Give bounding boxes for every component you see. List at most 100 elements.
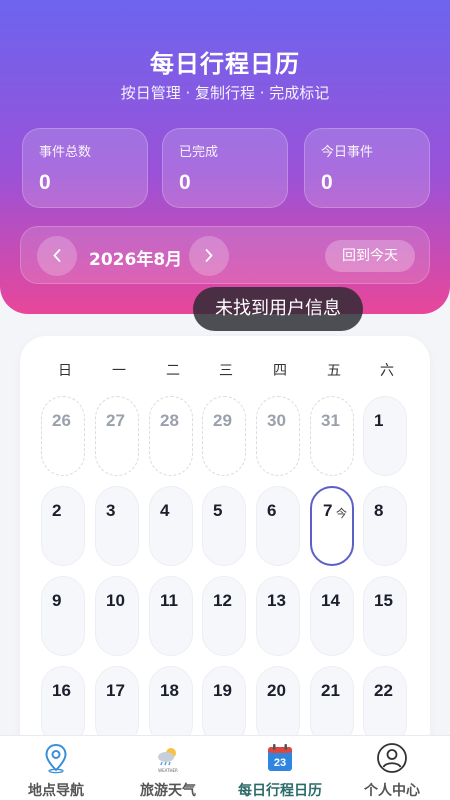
weekday-header: 六 <box>380 363 394 379</box>
user-icon <box>377 743 407 773</box>
calendar-day[interactable]: 27 <box>95 396 139 476</box>
stat-card-completed: 已完成 0 <box>162 128 288 208</box>
calendar-day[interactable]: 1 <box>363 396 407 476</box>
weekday-header: 四 <box>273 363 287 379</box>
weekday-header: 日 <box>58 363 72 379</box>
calendar-day[interactable]: 2 <box>41 486 85 566</box>
calendar-grid: 日一二三四五六 26 27 28 29 30 31 1 2 3 4 5 6 7 今 8 9 10 11 12 13 14… <box>20 336 430 756</box>
weekday-header: 三 <box>219 363 233 379</box>
calendar-day[interactable]: 3 <box>95 486 139 566</box>
chevron-right-icon <box>205 249 213 262</box>
tab-travel-weather[interactable]: WEATHER 旅游天气 <box>112 736 224 800</box>
header: 每日行程日历 按日管理 · 复制行程 · 完成标记 事件总数 0 已完成 0 今… <box>0 0 450 314</box>
day-number: 3 <box>106 501 116 520</box>
weekday-header: 二 <box>166 363 180 379</box>
next-month-button[interactable] <box>189 236 229 276</box>
calendar-day[interactable]: 5 <box>202 486 246 566</box>
calendar-day[interactable]: 22 <box>363 666 407 746</box>
tab-label: 地点导航 <box>28 783 84 799</box>
calendar-day[interactable]: 12 <box>202 576 246 656</box>
day-number: 7 <box>323 501 333 520</box>
day-number: 16 <box>52 681 71 700</box>
day-number: 18 <box>160 681 179 700</box>
stat-value: 0 <box>321 171 333 194</box>
calendar-day[interactable]: 15 <box>363 576 407 656</box>
day-number: 10 <box>106 591 125 610</box>
weekday-header: 五 <box>327 363 341 379</box>
day-number: 9 <box>52 591 62 610</box>
prev-month-button[interactable] <box>37 236 77 276</box>
tab-location-navigation[interactable]: 地点导航 <box>0 736 112 800</box>
day-number: 21 <box>321 681 340 700</box>
calendar-day[interactable]: 6 <box>256 486 300 566</box>
chevron-left-icon <box>53 249 61 262</box>
month-navigator: 2026年8月 回到今天 <box>20 226 430 284</box>
stat-value: 0 <box>39 171 51 194</box>
day-number: 8 <box>374 501 384 520</box>
calendar-day[interactable]: 28 <box>149 396 193 476</box>
stat-label: 事件总数 <box>39 145 92 160</box>
calendar-day[interactable]: 17 <box>95 666 139 746</box>
stat-card-total: 事件总数 0 <box>22 128 148 208</box>
day-number: 19 <box>213 681 232 700</box>
calendar-icon: 23 <box>268 744 292 771</box>
calendar-day-today[interactable]: 7今 <box>310 486 354 566</box>
page-title: 每日行程日历 <box>150 50 300 78</box>
calendar-day[interactable]: 26 <box>41 396 85 476</box>
stat-label: 已完成 <box>179 145 219 160</box>
tab-label: 个人中心 <box>364 783 420 799</box>
calendar-day[interactable]: 30 <box>256 396 300 476</box>
tab-label: 旅游天气 <box>140 783 196 799</box>
calendar-icon-text: 23 <box>274 757 286 769</box>
day-number: 27 <box>106 411 125 430</box>
day-number: 26 <box>52 411 71 430</box>
day-number: 15 <box>374 591 393 610</box>
stat-card-today: 今日事件 0 <box>304 128 430 208</box>
weekday-header: 一 <box>112 363 126 379</box>
current-month: 2026年8月 <box>89 250 183 270</box>
day-number: 31 <box>321 411 340 430</box>
day-number: 2 <box>52 501 62 520</box>
tab-profile[interactable]: 个人中心 <box>336 736 448 800</box>
day-number: 20 <box>267 681 286 700</box>
calendar-day[interactable]: 9 <box>41 576 85 656</box>
calendar-day[interactable]: 13 <box>256 576 300 656</box>
location-pin-icon <box>45 743 67 774</box>
day-number: 13 <box>267 591 286 610</box>
bottom-tab-bar: 地点导航 WEATHER 旅游天气 23 每日行程日历 个人中心 <box>0 735 450 800</box>
calendar-day[interactable]: 10 <box>95 576 139 656</box>
calendar-day[interactable]: 20 <box>256 666 300 746</box>
calendar-day[interactable]: 31 <box>310 396 354 476</box>
stat-label: 今日事件 <box>321 145 374 160</box>
day-number: 30 <box>267 411 286 430</box>
day-number: 28 <box>160 411 179 430</box>
calendar-day[interactable]: 14 <box>310 576 354 656</box>
day-number: 6 <box>267 501 277 520</box>
calendar-day[interactable]: 4 <box>149 486 193 566</box>
day-number: 4 <box>160 501 170 520</box>
day-number: 17 <box>106 681 125 700</box>
calendar-day[interactable]: 18 <box>149 666 193 746</box>
page-subtitle: 按日管理 · 复制行程 · 完成标记 <box>120 84 330 102</box>
day-number: 1 <box>374 411 384 430</box>
toast-message: 未找到用户信息 <box>193 287 363 331</box>
weather-icon: WEATHER <box>158 748 178 773</box>
weather-icon-text: WEATHER <box>158 768 178 773</box>
calendar-day[interactable]: 21 <box>310 666 354 746</box>
calendar-day[interactable]: 11 <box>149 576 193 656</box>
day-number: 12 <box>213 591 232 610</box>
day-number: 22 <box>374 681 393 700</box>
calendar-day[interactable]: 19 <box>202 666 246 746</box>
day-number: 5 <box>213 501 223 520</box>
day-number: 29 <box>213 411 232 430</box>
today-tag: 今 <box>336 507 347 520</box>
tab-daily-calendar[interactable]: 23 每日行程日历 <box>224 736 336 800</box>
calendar-day[interactable]: 8 <box>363 486 407 566</box>
tab-label: 每日行程日历 <box>238 783 322 799</box>
calendar-day[interactable]: 29 <box>202 396 246 476</box>
stat-value: 0 <box>179 171 191 194</box>
calendar-day[interactable]: 16 <box>41 666 85 746</box>
day-number: 14 <box>321 591 340 610</box>
back-to-today-button[interactable]: 回到今天 <box>325 240 415 272</box>
day-number: 11 <box>160 591 178 610</box>
